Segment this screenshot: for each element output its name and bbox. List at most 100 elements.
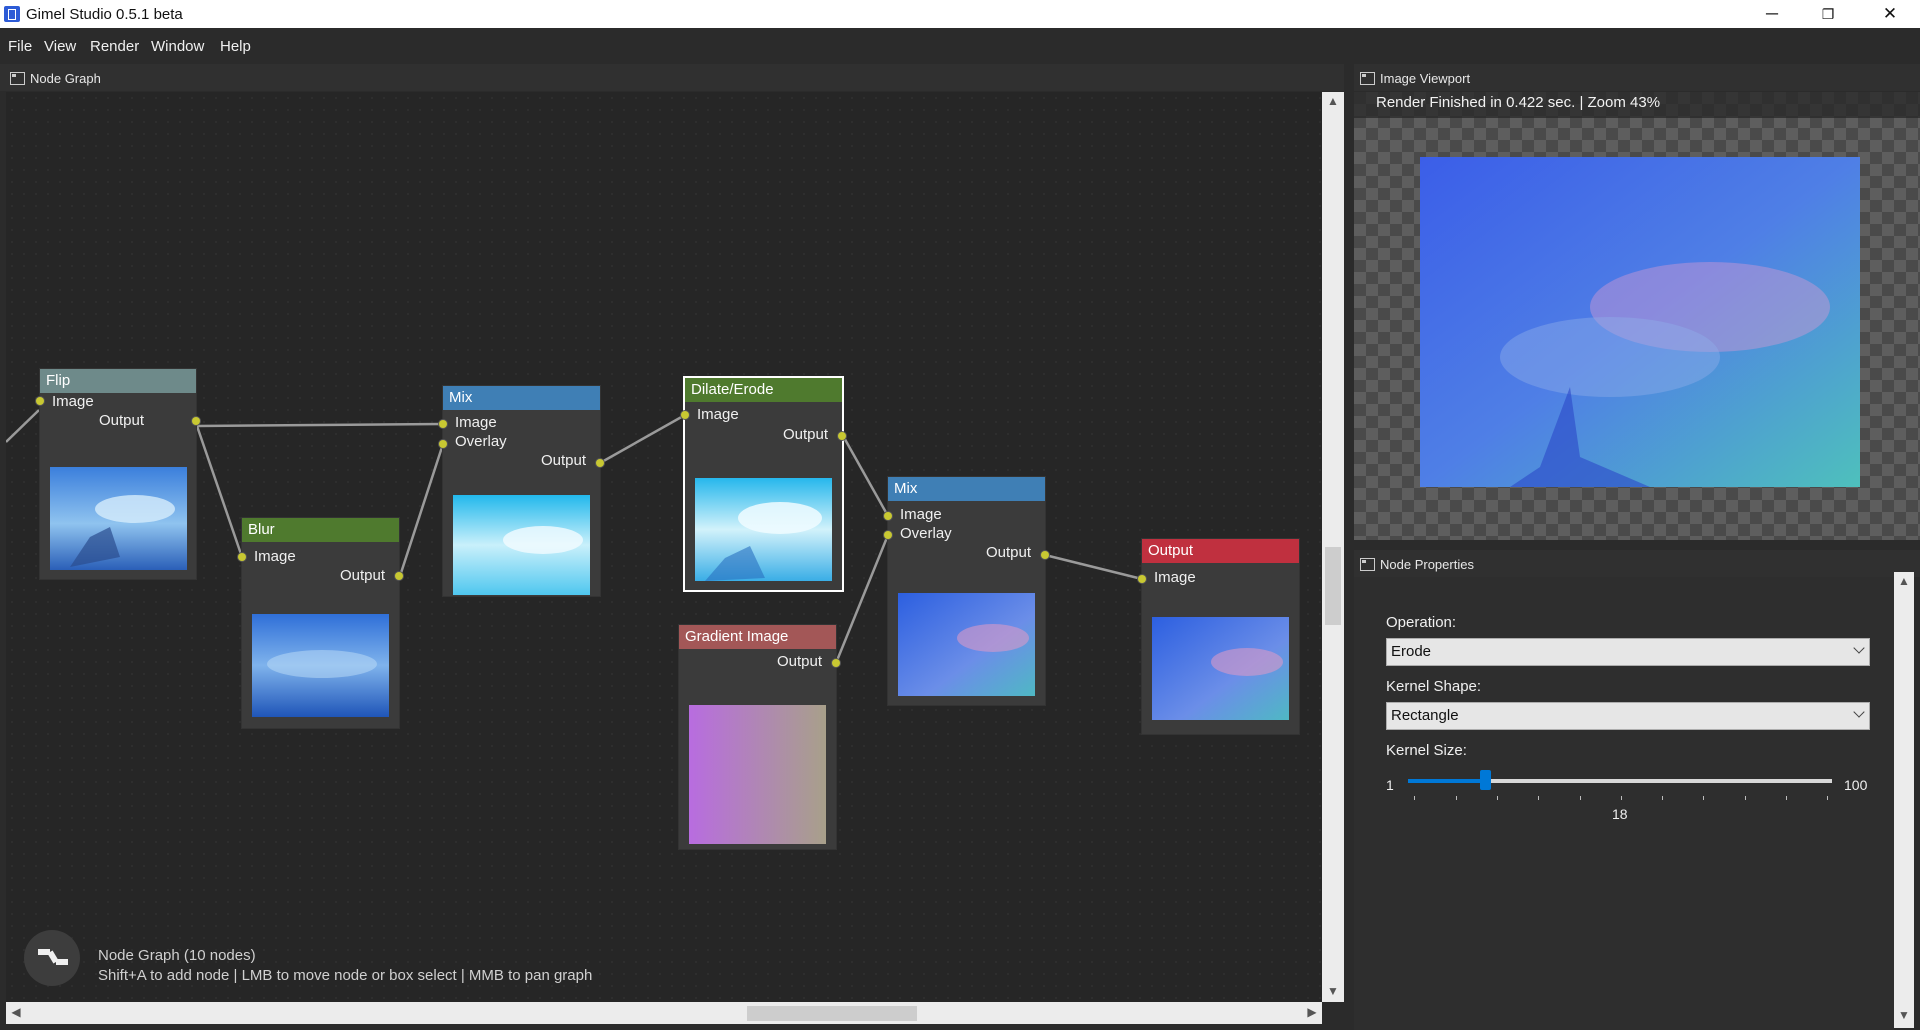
node-properties-panel-title: Node Properties	[1380, 557, 1474, 572]
node-dilate-erode[interactable]: Dilate/Erode Image Output	[681, 378, 846, 590]
node-blur[interactable]: Blur Image Output	[238, 518, 403, 728]
dilate-erode-image-port[interactable]	[681, 411, 689, 419]
kernel-size-slider[interactable]	[1408, 770, 1832, 790]
output-preview-image	[1152, 617, 1289, 720]
node-properties-header: Node Properties	[1354, 550, 1920, 577]
mix-2-output-port[interactable]	[1041, 551, 1049, 559]
properties-scroll-up-icon[interactable]: ▲	[1894, 574, 1914, 588]
node-graph-panel-title: Node Graph	[30, 71, 101, 86]
menu-view[interactable]: View	[44, 38, 76, 55]
mix-2-overlay-label: Overlay	[900, 525, 952, 542]
mix-1-image-port[interactable]	[439, 420, 447, 428]
node-graph-status-icon	[24, 930, 80, 986]
minimize-button[interactable]: ─	[1744, 0, 1800, 28]
gradient-image-output-port[interactable]	[832, 659, 840, 667]
node-gradient-image[interactable]: Gradient Image Output	[679, 625, 840, 849]
properties-scroll-down-icon[interactable]: ▼	[1894, 1008, 1914, 1022]
mix-1-output-label: Output	[540, 452, 586, 469]
node-graph-horizontal-scroll-thumb[interactable]	[747, 1006, 917, 1021]
mix-2-output-label: Output	[985, 544, 1031, 561]
mix-2-image-label: Image	[900, 506, 942, 523]
render-status-text: Render Finished in 0.422 sec. | Zoom 43%	[1376, 94, 1661, 111]
image-viewport-canvas[interactable]	[1354, 92, 1920, 540]
node-graph-panel-icon	[10, 72, 25, 85]
node-wires	[6, 409, 1143, 664]
output-image-label: Image	[1154, 569, 1196, 586]
node-graph-horizontal-scrollbar[interactable]: ◀ ▶	[6, 1002, 1322, 1024]
blur-image-port[interactable]	[238, 553, 246, 561]
blur-output-label: Output	[339, 567, 385, 584]
kernel-size-slider-thumb[interactable]	[1480, 770, 1491, 790]
node-mix-2-title: Mix	[888, 477, 1045, 501]
kernel-size-value: 18	[1612, 806, 1628, 822]
gradient-image-preview	[689, 705, 826, 844]
kernel-size-label: Kernel Size:	[1386, 742, 1467, 759]
operation-select[interactable]: Erode	[1386, 638, 1870, 666]
scroll-down-arrow-icon[interactable]: ▼	[1323, 984, 1343, 998]
node-graph-status-title: Node Graph (10 nodes)	[98, 947, 256, 964]
menu-file[interactable]: File	[8, 38, 32, 55]
flip-preview-image	[50, 467, 187, 570]
blur-output-port[interactable]	[395, 572, 403, 580]
image-viewport-panel-icon	[1360, 72, 1375, 85]
node-gradient-image-title: Gradient Image	[679, 625, 836, 649]
restore-button[interactable]: ❐	[1800, 0, 1856, 28]
blur-preview-image	[252, 614, 389, 717]
node-graph-header: Node Graph	[0, 64, 1344, 91]
node-output[interactable]: Output Image	[1138, 539, 1299, 734]
mix-1-preview-image	[453, 495, 590, 595]
wire-gradient-mix2	[834, 534, 890, 664]
node-graph-status-hint: Shift+A to add node | LMB to move node o…	[98, 967, 593, 984]
node-output-title: Output	[1142, 539, 1299, 563]
dilate-erode-preview-image	[695, 478, 832, 581]
wire-blur-mix1	[398, 443, 445, 577]
wire-mix2-output	[1044, 553, 1143, 581]
scroll-left-arrow-icon[interactable]: ◀	[6, 1005, 26, 1019]
chevron-down-icon	[1853, 642, 1865, 654]
wire-flip-blur	[195, 425, 244, 558]
menu-help[interactable]: Help	[220, 38, 251, 55]
mix-1-overlay-label: Overlay	[455, 433, 507, 450]
node-flip-title: Flip	[40, 369, 196, 393]
close-button[interactable]: ✕	[1862, 0, 1918, 28]
title-bar: Gimel Studio 0.5.1 beta ─ ❐ ✕	[0, 0, 1920, 28]
node-graph-vertical-scroll-thumb[interactable]	[1325, 547, 1341, 625]
kernel-shape-label: Kernel Shape:	[1386, 678, 1482, 695]
operation-label: Operation:	[1386, 614, 1457, 631]
mix-2-overlay-port[interactable]	[884, 531, 892, 539]
node-flip[interactable]: Flip Image Output	[36, 369, 200, 579]
menu-render[interactable]: Render	[90, 38, 139, 55]
kernel-size-max-label: 100	[1844, 777, 1868, 793]
node-graph-canvas[interactable]: Flip Image Output Blur Image Output Mix …	[6, 92, 1322, 1002]
scroll-right-arrow-icon[interactable]: ▶	[1302, 1005, 1322, 1019]
node-graph-vertical-scrollbar[interactable]: ▲ ▼	[1322, 92, 1344, 1002]
mix-1-overlay-port[interactable]	[439, 440, 447, 448]
dilate-erode-image-label: Image	[697, 406, 739, 423]
menu-bar: File View Render Window Help	[0, 28, 1920, 62]
kernel-shape-select[interactable]: Rectangle	[1386, 702, 1870, 730]
mix-1-output-port[interactable]	[596, 459, 604, 467]
mix-2-image-port[interactable]	[884, 512, 892, 520]
output-image-port[interactable]	[1138, 575, 1146, 583]
wire-flip-mix1	[196, 422, 444, 428]
kernel-size-min-label: 1	[1386, 777, 1394, 793]
app-icon	[4, 6, 20, 22]
wire-mix1-dilate	[599, 413, 686, 465]
rendered-image	[1420, 157, 1860, 487]
dilate-erode-output-label: Output	[782, 426, 828, 443]
node-mix-1-title: Mix	[443, 386, 600, 410]
image-viewport-status-bar: Render Finished in 0.422 sec. | Zoom 43%	[1354, 92, 1920, 118]
scroll-up-arrow-icon[interactable]: ▲	[1323, 94, 1343, 108]
dilate-erode-output-port[interactable]	[838, 432, 846, 440]
wire-incoming-flip	[6, 409, 40, 443]
menu-window[interactable]: Window	[151, 38, 204, 55]
flip-output-port[interactable]	[192, 417, 200, 425]
node-mix-1[interactable]: Mix Image Overlay Output	[439, 386, 604, 596]
flip-image-label: Image	[52, 393, 94, 410]
mix-2-preview-image	[898, 593, 1035, 696]
kernel-size-slider-fill	[1408, 779, 1485, 783]
flip-image-port[interactable]	[36, 397, 44, 405]
node-mix-2[interactable]: Mix Image Overlay Output	[884, 477, 1049, 705]
wire-dilate-mix2	[840, 433, 890, 517]
node-properties-scrollbar[interactable]: ▲ ▼	[1894, 572, 1914, 1028]
